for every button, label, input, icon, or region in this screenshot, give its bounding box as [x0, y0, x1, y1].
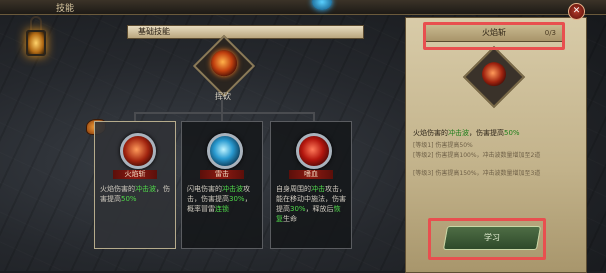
skill-card-name: 火焰斩: [113, 170, 157, 179]
skill-card-name: 嗜血: [289, 170, 333, 179]
skill-detail-desc: 火焰伤害的冲击波，伤害提高50%: [413, 129, 520, 137]
connector-line: [134, 112, 314, 114]
skill-chain-header: 基础技能: [127, 25, 364, 39]
skill-chain-header-label: 基础技能: [138, 27, 170, 36]
skill-card-fire-slash[interactable]: 火焰斩 火焰伤害的冲击波，伤害提高50%: [94, 121, 176, 249]
skill-card-bloodthirst[interactable]: 嗜血 自身周围的冲击攻击，能在移动中施法，伤害提高30%，释放后恢复生命: [270, 121, 352, 249]
connector-line: [134, 112, 136, 121]
skill-level-2: [等级2] 伤害提高100%，冲击波数量增加至2道: [413, 152, 541, 159]
skill-card-desc: 火焰伤害的冲击波，伤害提高50%: [100, 185, 170, 203]
thunder-icon: [207, 133, 243, 169]
fire-slash-icon: [482, 62, 506, 87]
skill-card-name: 雷击: [200, 170, 244, 179]
highlight-box-name: [423, 22, 565, 50]
skill-level-3: [等级3] 伤害提高150%，冲击波数量增加至3道: [413, 170, 541, 177]
highlight-box-button: [428, 218, 546, 260]
skill-card-desc: 闪电伤害的冲击波攻击，伤害提高30%，概率冒雷连锁: [187, 185, 252, 213]
close-icon[interactable]: ✕: [568, 3, 585, 20]
connector-line: [221, 112, 223, 121]
fire-orb-icon: [211, 50, 237, 77]
skill-level-1: [等级1] 伤害提高50%: [413, 142, 473, 149]
connector-line: [313, 112, 315, 121]
title-bar: 技能: [0, 0, 606, 15]
window-title: 技能: [56, 4, 75, 14]
main-skill-label: 挥砍: [215, 92, 231, 101]
skill-card-thunder[interactable]: 雷击 闪电伤害的冲击波攻击，伤害提高30%，概率冒雷连锁: [181, 121, 263, 249]
skill-card-desc: 自身周围的冲击攻击，能在移动中施法，伤害提高30%，释放后恢复生命: [276, 185, 346, 223]
bloodthirst-icon: [296, 133, 332, 169]
fire-slash-icon: [120, 133, 156, 169]
lantern-icon: [26, 30, 46, 56]
skill-detail-icon: [462, 45, 526, 109]
